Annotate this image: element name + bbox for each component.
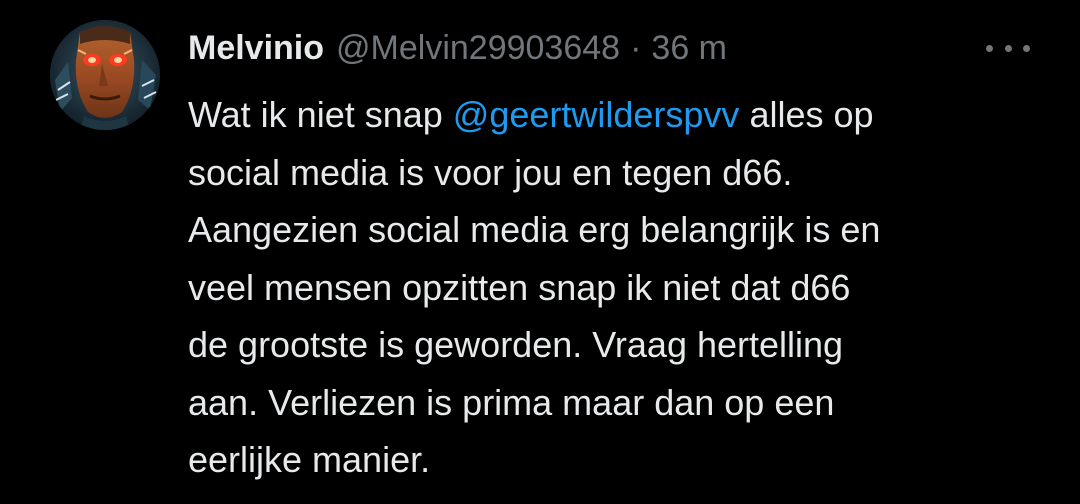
tweet-text-line-4: veel mensen opzitten snap ik niet dat d6…: [188, 266, 851, 308]
mention-link[interactable]: @geertwilderspvv: [453, 94, 740, 135]
more-dot: [986, 44, 993, 52]
tweet-text: Wat ik niet snap @geertwilderspvv alles …: [188, 86, 1048, 489]
more-dot: [1023, 44, 1030, 52]
tweet-text-line-5: de grootste is geworden. Vraag hertellin…: [188, 324, 844, 365]
tweet-text-line-2: social media is voor jou en tegen d66.: [188, 151, 793, 193]
text-segment: Wat ik niet snap: [188, 94, 453, 135]
avatar-image: [50, 20, 160, 130]
display-name[interactable]: Melvinio: [188, 29, 324, 68]
tweet-text-line-6: aan. Verliezen is prima maar dan op een: [188, 381, 835, 423]
tweet-text-line-3: Aangezien social media erg belangrijk is…: [188, 209, 881, 250]
tweet-text-line-1: Wat ik niet snap @geertwilderspvv alles …: [188, 86, 1048, 144]
text-segment: alles op: [739, 94, 874, 135]
more-dot: [1004, 44, 1012, 52]
tweet: Melvinio @Melvin29903648 · 36 m Wat ik n…: [0, 0, 1080, 504]
separator-dot: ·: [630, 28, 642, 67]
tweet-header: Melvinio @Melvin29903648 · 36 m: [188, 22, 727, 74]
user-handle[interactable]: @Melvin29903648: [336, 29, 620, 68]
avatar[interactable]: [50, 20, 160, 130]
tweet-text-line-7: eerlijke manier.: [188, 439, 431, 480]
timestamp[interactable]: 36 m: [651, 29, 727, 68]
more-horizontal-icon[interactable]: [986, 36, 1030, 60]
